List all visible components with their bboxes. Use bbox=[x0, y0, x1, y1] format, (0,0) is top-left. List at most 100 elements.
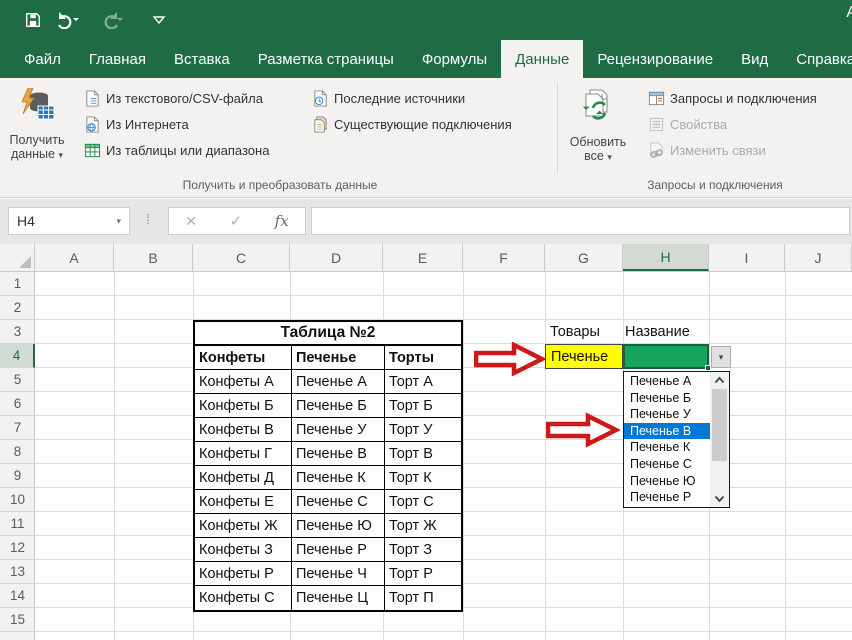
cell-g4-pechene-highlighted[interactable]: Печенье bbox=[545, 344, 623, 369]
table-cell[interactable]: Печенье Б bbox=[292, 394, 385, 417]
scroll-up-button[interactable] bbox=[710, 372, 729, 388]
column-header-d[interactable]: D bbox=[290, 244, 383, 271]
column-header-b[interactable]: B bbox=[114, 244, 193, 271]
get-data-button[interactable]: Получить данные ▾ bbox=[4, 84, 70, 180]
from-web-button[interactable]: Из Интернета bbox=[84, 112, 189, 136]
tab-help[interactable]: Справка bbox=[782, 40, 852, 78]
column-header-f[interactable]: F bbox=[463, 244, 545, 271]
formula-input[interactable] bbox=[311, 207, 850, 235]
table-cell[interactable]: Печенье Ю bbox=[292, 514, 385, 537]
column-header-h[interactable]: H bbox=[623, 244, 709, 271]
dropdown-item[interactable]: Печенье С bbox=[624, 456, 710, 473]
table-col-header[interactable]: Конфеты bbox=[195, 346, 292, 369]
row-header-2[interactable]: 2 bbox=[0, 296, 35, 320]
dropdown-item[interactable]: Печенье Р bbox=[624, 489, 710, 506]
row-header-1[interactable]: 1 bbox=[0, 272, 35, 296]
row-header-6[interactable]: 6 bbox=[0, 392, 35, 416]
row-header-13[interactable]: 13 bbox=[0, 560, 35, 584]
table-cell[interactable]: Торт С bbox=[385, 490, 461, 513]
dropdown-scrollbar[interactable] bbox=[710, 372, 729, 507]
worksheet-grid[interactable]: Таблица №2 Конфеты Печенье Торты Конфеты… bbox=[35, 272, 852, 640]
cancel-formula-icon[interactable]: ✕ bbox=[185, 213, 197, 230]
existing-connections-button[interactable]: Существующие подключения bbox=[312, 112, 512, 136]
name-box[interactable]: H4 ▾ bbox=[8, 207, 130, 235]
row-header-7[interactable]: 7 bbox=[0, 416, 35, 440]
row-header-5[interactable]: 5 bbox=[0, 368, 35, 392]
select-all-corner[interactable] bbox=[0, 244, 35, 271]
table-cell[interactable]: Конфеты Е bbox=[195, 490, 292, 513]
dropdown-item[interactable]: Печенье Ю bbox=[624, 473, 710, 490]
column-header-c[interactable]: C bbox=[193, 244, 290, 271]
row-header-4[interactable]: 4 bbox=[0, 344, 35, 368]
tab-formulas[interactable]: Формулы bbox=[408, 40, 501, 78]
tab-view[interactable]: Вид bbox=[727, 40, 782, 78]
table-cell[interactable]: Печенье У bbox=[292, 418, 385, 441]
from-table-range-button[interactable]: Из таблицы или диапазона bbox=[84, 138, 269, 162]
row-header-10[interactable]: 10 bbox=[0, 488, 35, 512]
table-cell[interactable]: Торт А bbox=[385, 370, 461, 393]
table-cell[interactable]: Печенье Р bbox=[292, 538, 385, 561]
row-header-14[interactable]: 14 bbox=[0, 584, 35, 608]
table-cell[interactable]: Печенье С bbox=[292, 490, 385, 513]
table-cell[interactable]: Печенье А bbox=[292, 370, 385, 393]
table-cell[interactable]: Печенье Ч bbox=[292, 562, 385, 585]
row-header-8[interactable]: 8 bbox=[0, 440, 35, 464]
dropdown-item[interactable]: Печенье У bbox=[624, 406, 710, 423]
table-cell[interactable]: Конфеты З bbox=[195, 538, 292, 561]
column-header-a[interactable]: A bbox=[35, 244, 114, 271]
tab-file[interactable]: Файл bbox=[10, 40, 75, 78]
table-cell[interactable]: Конфеты А bbox=[195, 370, 292, 393]
table-cell[interactable]: Торт К bbox=[385, 466, 461, 489]
column-header-e[interactable]: E bbox=[383, 244, 463, 271]
table-cell[interactable]: Печенье К bbox=[292, 466, 385, 489]
tab-data[interactable]: Данные bbox=[501, 40, 583, 78]
table-cell[interactable]: Торт Р bbox=[385, 562, 461, 585]
table-cell[interactable]: Торт П bbox=[385, 586, 461, 610]
scrollbar-thumb[interactable] bbox=[712, 389, 727, 461]
table-cell[interactable]: Печенье Ц bbox=[292, 586, 385, 610]
tab-home[interactable]: Главная bbox=[75, 40, 160, 78]
formula-bar-grip[interactable]: ⁞ bbox=[146, 211, 149, 227]
table-cell[interactable]: Торт Ж bbox=[385, 514, 461, 537]
column-header-j[interactable]: J bbox=[785, 244, 852, 271]
table-cell[interactable]: Конфеты Р bbox=[195, 562, 292, 585]
validation-dropdown-button[interactable]: ▾ bbox=[711, 346, 731, 368]
refresh-all-button[interactable]: Обновить все ▾ bbox=[562, 84, 634, 180]
cell-h4-selected[interactable] bbox=[623, 344, 709, 369]
save-button[interactable] bbox=[20, 8, 46, 32]
name-box-dropdown-icon[interactable]: ▾ bbox=[116, 216, 121, 227]
table-cell[interactable]: Конфеты В bbox=[195, 418, 292, 441]
tab-review[interactable]: Рецензирование bbox=[583, 40, 727, 78]
table-title[interactable]: Таблица №2 bbox=[195, 322, 461, 344]
row-header-9[interactable]: 9 bbox=[0, 464, 35, 488]
queries-connections-button[interactable]: Запросы и подключения bbox=[648, 86, 817, 110]
row-header-12[interactable]: 12 bbox=[0, 536, 35, 560]
dropdown-item[interactable]: Печенье А bbox=[624, 373, 710, 390]
table-cell[interactable]: Торт В bbox=[385, 442, 461, 465]
scroll-down-button[interactable] bbox=[710, 491, 729, 507]
table-cell[interactable]: Конфеты С bbox=[195, 586, 292, 610]
insert-function-icon[interactable]: fx bbox=[275, 212, 289, 230]
row-header-11[interactable]: 11 bbox=[0, 512, 35, 536]
table-cell[interactable]: Торт З bbox=[385, 538, 461, 561]
table-cell[interactable]: Конфеты Д bbox=[195, 466, 292, 489]
table-cell[interactable]: Конфеты Б bbox=[195, 394, 292, 417]
enter-formula-icon[interactable]: ✓ bbox=[230, 212, 243, 230]
column-header-g[interactable]: G bbox=[545, 244, 623, 271]
table-cell[interactable]: Торт Б bbox=[385, 394, 461, 417]
column-header-i[interactable]: I bbox=[709, 244, 785, 271]
dropdown-item[interactable]: Печенье К bbox=[624, 439, 710, 456]
from-csv-button[interactable]: Из текстового/CSV-файла bbox=[84, 86, 263, 110]
dropdown-item[interactable]: Печенье Б bbox=[624, 390, 710, 407]
table-col-header[interactable]: Торты bbox=[385, 346, 461, 369]
table-cell[interactable]: Конфеты Г bbox=[195, 442, 292, 465]
table-cell[interactable]: Торт У bbox=[385, 418, 461, 441]
table-cell[interactable]: Печенье В bbox=[292, 442, 385, 465]
table-cell[interactable]: Конфеты Ж bbox=[195, 514, 292, 537]
tab-insert[interactable]: Вставка bbox=[160, 40, 244, 78]
recent-sources-button[interactable]: Последние источники bbox=[312, 86, 465, 110]
undo-button[interactable] bbox=[52, 8, 86, 32]
cell-g3-tovary[interactable]: Товары bbox=[545, 320, 623, 344]
cell-h3-nazvanie[interactable]: Название bbox=[623, 320, 709, 344]
row-header-3[interactable]: 3 bbox=[0, 320, 35, 344]
